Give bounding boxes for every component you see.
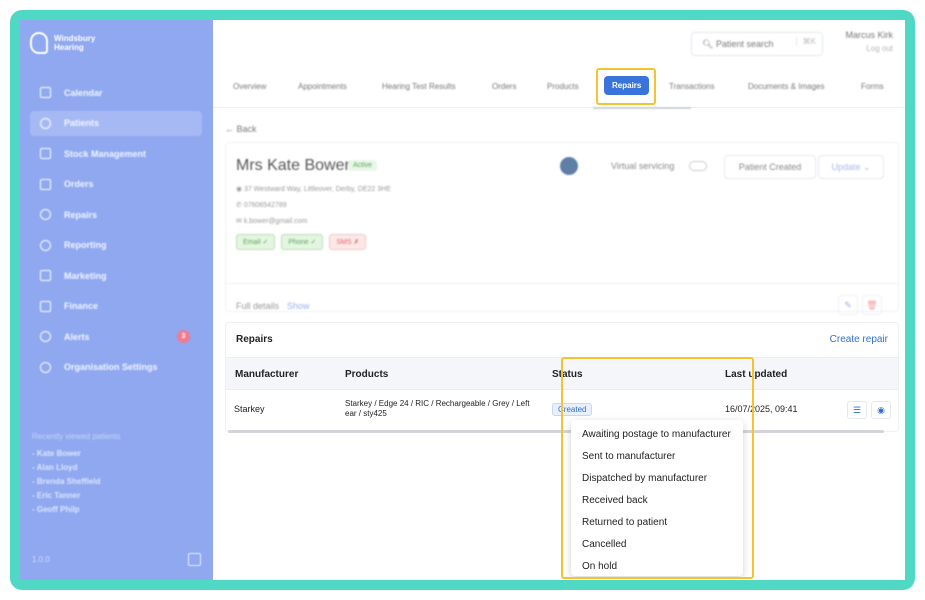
sidebar-item-repairs[interactable]: Repairs xyxy=(30,202,202,227)
patients-icon xyxy=(40,117,51,129)
recent-patient-link[interactable]: - Eric Tanner xyxy=(32,491,121,500)
patient-tabs: Overview Appointments Hearing Test Resul… xyxy=(213,68,905,108)
ear-icon xyxy=(30,32,48,54)
calendar-icon xyxy=(40,87,51,98)
comment-icon[interactable]: ☰ xyxy=(847,401,867,419)
virtual-servicing-label: Virtual servicing xyxy=(611,161,675,171)
brand-logo[interactable]: Windsbury Hearing xyxy=(30,32,114,54)
mail-icon xyxy=(40,270,51,281)
logout-link[interactable]: Log out xyxy=(845,44,893,53)
create-repair-link[interactable]: Create repair xyxy=(830,334,888,345)
recent-patient-link[interactable]: - Geoff Philp xyxy=(32,505,121,514)
patient-status-badge: Active xyxy=(348,160,378,171)
phone-consent-badge: Phone ✓ xyxy=(281,234,324,250)
search-placeholder: Patient search xyxy=(715,39,774,49)
sidebar-item-calendar[interactable]: Calendar xyxy=(30,80,202,105)
patient-email: ✉ k.bower@gmail.com xyxy=(236,218,308,225)
repairs-tab-highlight xyxy=(596,68,656,105)
contact-preferences: Email ✓ Phone ✓ SMS ✗ xyxy=(236,234,367,250)
tab-products[interactable]: Products xyxy=(547,82,579,91)
app-version: 1.0.0 xyxy=(32,555,50,564)
back-link[interactable]: ← Back xyxy=(225,124,257,134)
search-icon: 🔍︎ xyxy=(702,38,716,49)
gear-icon xyxy=(40,361,51,373)
edit-patient-button[interactable]: ✎ xyxy=(838,295,858,315)
main-content: 🔍︎ Patient search ⌘K Marcus Kirk Log out… xyxy=(213,20,905,580)
patient-address: ◉ 37 Westward Way, Littleover, Derby, DE… xyxy=(236,186,391,193)
top-bar: 🔍︎ Patient search ⌘K Marcus Kirk Log out xyxy=(213,20,905,68)
user-menu: Marcus Kirk Log out xyxy=(845,30,893,53)
full-details-row: Full details Show xyxy=(236,301,310,311)
sidebar-item-orders[interactable]: Orders xyxy=(30,172,202,197)
sidebar-item-finance[interactable]: Finance xyxy=(30,294,202,319)
patient-name: Mrs Kate Bower xyxy=(236,157,350,174)
update-button[interactable]: Update ⌄ xyxy=(818,155,884,179)
recent-patient-link[interactable]: - Brenda Sheffield xyxy=(32,477,121,486)
tab-documents-images[interactable]: Documents & Images xyxy=(748,82,824,91)
horizontal-scrollbar[interactable] xyxy=(228,430,884,433)
virtual-servicing-toggle[interactable] xyxy=(689,161,707,171)
orders-icon xyxy=(40,178,51,190)
tab-hearing-test-results[interactable]: Hearing Test Results xyxy=(382,82,456,91)
recent-patients: Recently viewed patients - Kate Bower - … xyxy=(32,432,121,519)
tab-overview[interactable]: Overview xyxy=(233,82,266,91)
sidebar-item-patients[interactable]: Patients xyxy=(30,110,202,136)
sidebar-item-organisation-settings[interactable]: Organisation Settings xyxy=(30,355,202,380)
status-column-highlight xyxy=(561,357,754,579)
tab-appointments[interactable]: Appointments xyxy=(298,82,347,91)
user-name: Marcus Kirk xyxy=(845,30,893,40)
tab-transactions[interactable]: Transactions xyxy=(669,82,715,91)
collapse-sidebar-icon[interactable] xyxy=(188,553,201,566)
cell-products: Starkey / Edge 24 / RIC / Rechargeable /… xyxy=(345,399,530,418)
show-details-link[interactable]: Show xyxy=(287,301,310,311)
recent-patient-link[interactable]: - Kate Bower xyxy=(32,449,121,458)
wrench-icon xyxy=(40,209,51,220)
sidebar-item-alerts[interactable]: Alerts 3 xyxy=(30,324,202,349)
card-divider xyxy=(226,283,898,284)
card-icon xyxy=(40,300,51,312)
bell-icon xyxy=(40,331,51,342)
recent-patients-title: Recently viewed patients xyxy=(32,432,121,441)
sidebar: Windsbury Hearing Calendar Patients Stoc… xyxy=(20,20,213,580)
view-eye-icon[interactable]: ◉ xyxy=(871,401,891,419)
sidebar-item-marketing[interactable]: Marketing xyxy=(30,263,202,288)
patient-created-status: Patient Created xyxy=(724,155,816,179)
sms-consent-badge: SMS ✗ xyxy=(329,234,367,250)
app-window: Windsbury Hearing Calendar Patients Stoc… xyxy=(20,20,905,580)
column-header-manufacturer: Manufacturer xyxy=(235,369,299,380)
sidebar-item-reporting[interactable]: Reporting xyxy=(30,233,202,258)
patient-phone: ✆ 07606542789 xyxy=(236,202,287,209)
stock-icon xyxy=(40,148,51,159)
tab-forms[interactable]: Forms xyxy=(861,82,884,91)
active-tab-underline xyxy=(593,107,691,109)
delete-patient-button[interactable]: 🗑︎ xyxy=(862,295,882,315)
sidebar-nav: Calendar Patients Stock Management Order… xyxy=(30,80,202,385)
column-header-products: Products xyxy=(345,369,389,380)
repairs-title: Repairs xyxy=(236,334,273,345)
patient-search-button[interactable]: 🔍︎ Patient search ⌘K xyxy=(691,32,823,56)
email-consent-badge: Email ✓ xyxy=(236,234,276,250)
chart-icon xyxy=(40,239,51,251)
search-shortcut: ⌘K xyxy=(795,37,816,46)
cell-manufacturer: Starkey xyxy=(234,404,265,414)
patient-summary-card: Mrs Kate Bower Active ◉ 37 Westward Way,… xyxy=(225,142,899,315)
alerts-count-badge: 3 xyxy=(177,330,190,343)
globe-icon xyxy=(560,157,578,175)
recent-patient-link[interactable]: - Alan Lloyd xyxy=(32,463,121,472)
brand-name: Windsbury Hearing xyxy=(54,34,96,52)
tab-orders[interactable]: Orders xyxy=(492,82,516,91)
sidebar-item-stock-management[interactable]: Stock Management xyxy=(30,141,202,166)
